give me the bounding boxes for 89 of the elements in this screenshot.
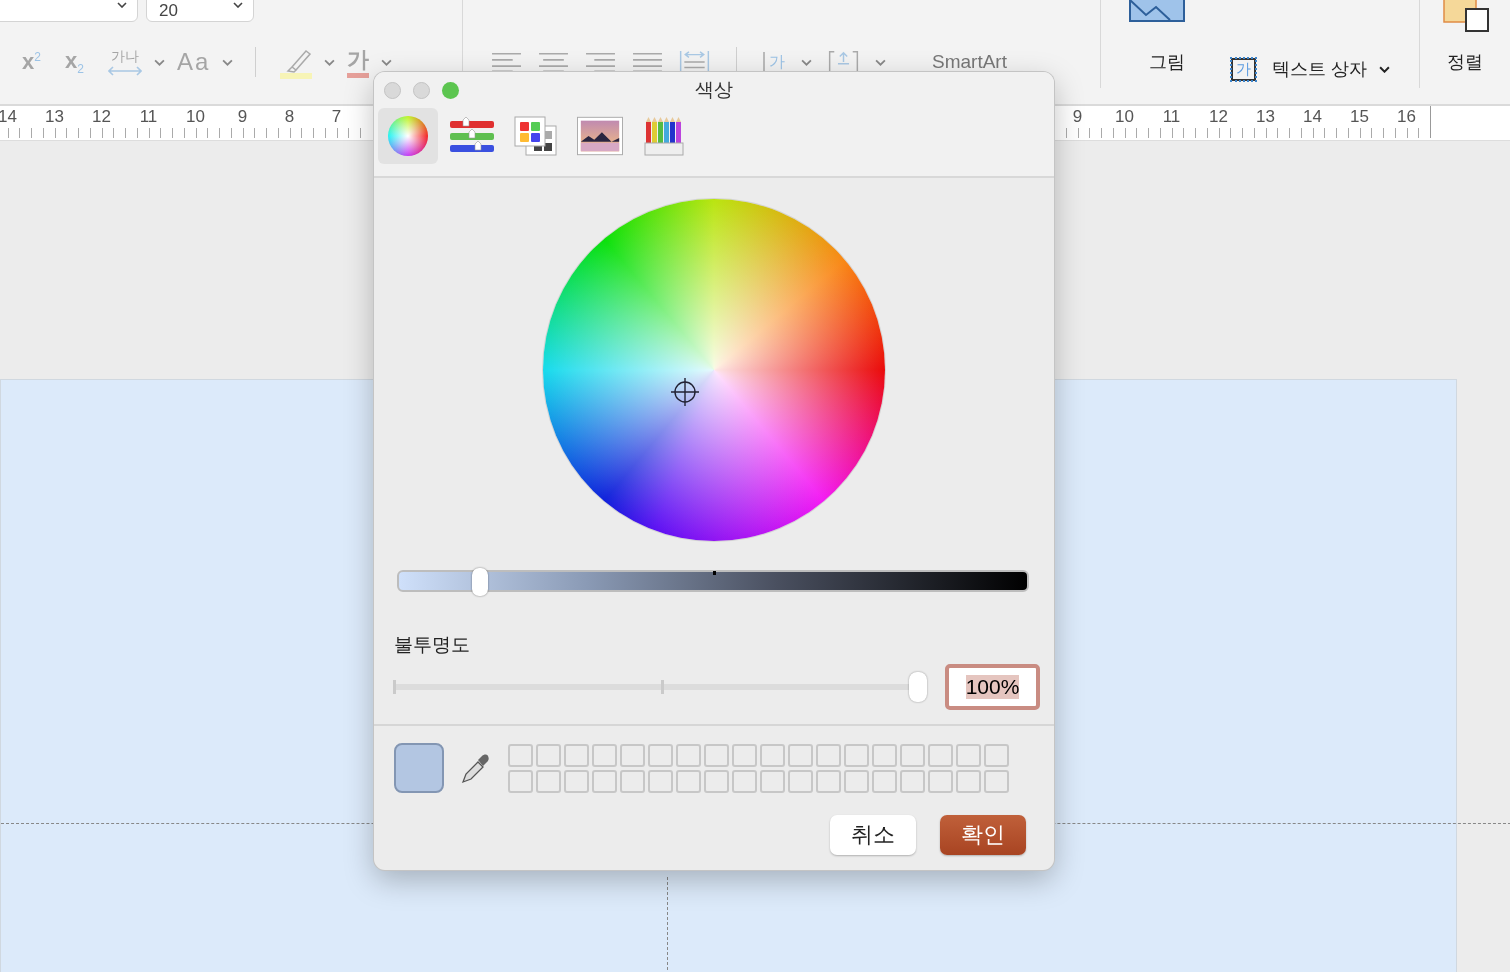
ruler-number: 9: [1071, 106, 1084, 128]
ruler-number: 15: [1349, 106, 1370, 128]
ruler-number: 9: [236, 106, 249, 128]
ruler-number: 10: [185, 106, 206, 128]
slider-thumb[interactable]: [472, 568, 489, 596]
empty-swatch[interactable]: [508, 743, 533, 767]
empty-swatch[interactable]: [704, 769, 729, 793]
ruler-number: 11: [1161, 106, 1182, 128]
cancel-button[interactable]: 취소: [830, 815, 916, 855]
caret-icon[interactable]: [875, 58, 886, 66]
empty-swatch[interactable]: [620, 743, 645, 767]
caret-icon[interactable]: [153, 58, 165, 66]
align-icon[interactable]: [491, 50, 522, 74]
picture-icon[interactable]: [1129, 0, 1185, 22]
empty-swatch[interactable]: [816, 769, 841, 793]
caret-icon: [1379, 65, 1390, 73]
ruler-number: 12: [91, 106, 112, 128]
color-wheel-icon: [388, 116, 428, 156]
ruler-number: 11: [138, 106, 159, 128]
align-icon[interactable]: [632, 50, 663, 74]
crosshair-icon[interactable]: [670, 377, 700, 407]
empty-swatch[interactable]: [984, 769, 1009, 793]
ruler-number: 14: [0, 106, 18, 128]
ruler-number: 13: [1255, 106, 1276, 128]
empty-swatch[interactable]: [536, 743, 561, 767]
empty-swatch[interactable]: [676, 743, 701, 767]
current-color-swatch[interactable]: [394, 743, 444, 793]
opacity-input[interactable]: 100%: [945, 664, 1040, 710]
caret-icon: [117, 2, 127, 8]
empty-swatch[interactable]: [592, 743, 617, 767]
caret-icon[interactable]: [222, 58, 234, 66]
caret-icon[interactable]: [801, 58, 812, 66]
caret-icon[interactable]: [324, 58, 336, 66]
caret-icon[interactable]: [381, 58, 393, 66]
font-size-field[interactable]: 20: [146, 0, 254, 22]
empty-swatch[interactable]: [900, 743, 925, 767]
caret-icon: [233, 2, 243, 8]
ruler-number: 13: [44, 106, 65, 128]
palettes-icon: [513, 116, 559, 156]
empty-swatch[interactable]: [816, 743, 841, 767]
empty-swatch[interactable]: [648, 769, 673, 793]
empty-swatch[interactable]: [564, 743, 589, 767]
double-arrow-icon: [107, 65, 142, 76]
empty-swatch[interactable]: [508, 769, 533, 793]
ruler-number: 7: [330, 106, 343, 128]
ruler-number: 14: [1302, 106, 1323, 128]
empty-swatch[interactable]: [844, 743, 869, 767]
ruler-number: 16: [1396, 106, 1417, 128]
align-text-icon[interactable]: [828, 50, 859, 74]
empty-swatch[interactable]: [928, 743, 953, 767]
empty-swatch[interactable]: [620, 769, 645, 793]
close-button[interactable]: [384, 82, 401, 99]
empty-swatch[interactable]: [760, 743, 785, 767]
empty-swatch[interactable]: [788, 743, 813, 767]
landscape-image-icon: [577, 116, 623, 156]
arrange-button[interactable]: 정렬: [1447, 50, 1483, 74]
empty-swatch[interactable]: [984, 743, 1009, 767]
smartart-button[interactable]: SmartArt: [932, 51, 1007, 73]
empty-swatch[interactable]: [928, 769, 953, 793]
empty-swatch[interactable]: [956, 743, 981, 767]
opacity-label: 불투명도: [394, 633, 471, 657]
text-box-button[interactable]: 가 텍스트 상자: [1231, 57, 1390, 81]
minimize-button[interactable]: [413, 82, 430, 99]
align-icon[interactable]: [538, 50, 569, 74]
align-icon[interactable]: [585, 50, 616, 74]
empty-swatch[interactable]: [872, 743, 897, 767]
ruler-number: 12: [1208, 106, 1229, 128]
empty-swatch[interactable]: [536, 769, 561, 793]
empty-swatch[interactable]: [900, 769, 925, 793]
ruler-number: 10: [1114, 106, 1135, 128]
empty-swatch[interactable]: [592, 769, 617, 793]
empty-swatch[interactable]: [956, 769, 981, 793]
empty-swatch[interactable]: [732, 743, 757, 767]
slider-thumb[interactable]: [909, 672, 927, 702]
empty-swatch[interactable]: [648, 743, 673, 767]
dialog-title: 색상: [695, 78, 733, 102]
empty-swatch[interactable]: [760, 769, 785, 793]
empty-swatch[interactable]: [788, 769, 813, 793]
empty-swatch[interactable]: [564, 769, 589, 793]
pencils-icon: [641, 116, 687, 156]
empty-swatch[interactable]: [844, 769, 869, 793]
empty-swatch[interactable]: [704, 743, 729, 767]
empty-swatch[interactable]: [676, 769, 701, 793]
picture-button[interactable]: 그림: [1149, 50, 1185, 74]
empty-swatch[interactable]: [732, 769, 757, 793]
ruler-number: 8: [283, 106, 296, 128]
empty-swatch[interactable]: [872, 769, 897, 793]
zoom-button[interactable]: [442, 82, 459, 99]
ok-button[interactable]: 확인: [940, 815, 1026, 855]
